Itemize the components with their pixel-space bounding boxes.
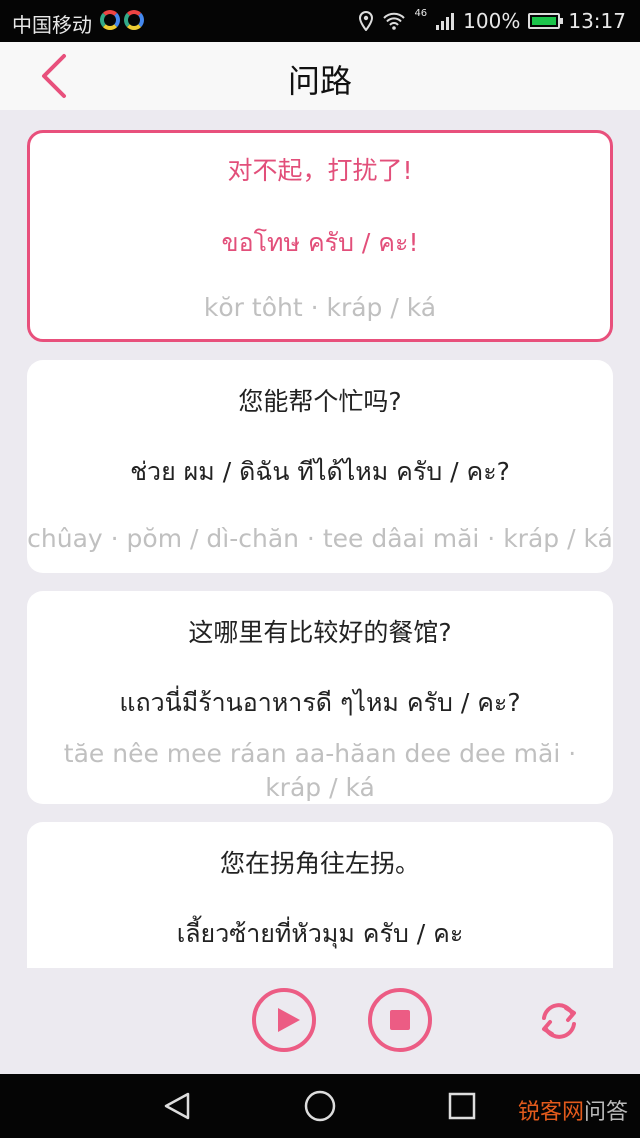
phrase-list: 对不起，打扰了! ขอโทษ ครับ / คะ! kŏr tôht · krá… xyxy=(0,110,640,968)
phrase-thai: เลี้ยวซ้ายที่หัวมุม ครับ / คะ xyxy=(176,919,464,948)
battery-icon xyxy=(528,13,564,29)
battery-percent: 100% xyxy=(463,9,521,33)
nav-back-button[interactable] xyxy=(160,1088,196,1124)
page-title: 问路 xyxy=(287,62,352,100)
stop-icon xyxy=(390,1010,410,1030)
phrase-chinese: 您在拐角往左拐。 xyxy=(219,849,420,878)
phrase-chinese: 这哪里有比较好的餐馆? xyxy=(188,618,452,647)
stop-button[interactable] xyxy=(368,988,432,1052)
title-bar: 问路 xyxy=(0,42,640,110)
phrase-card[interactable]: 这哪里有比较好的餐馆? แถวนี่มีร้านอาหารดี ๆไหม ครั… xyxy=(27,591,613,804)
phrase-chinese: 对不起，打扰了! xyxy=(227,156,413,185)
loop-icon xyxy=(542,1003,576,1039)
phrase-romanization: kŏr tôht · kráp / ká xyxy=(203,293,437,322)
watermark-text: 锐客网 xyxy=(517,1100,584,1125)
playback-controls xyxy=(0,968,640,1074)
play-button[interactable] xyxy=(252,988,316,1052)
phrase-thai: ขอโทษ ครับ / คะ! xyxy=(221,228,419,257)
phrase-card[interactable]: 对不起，打扰了! ขอโทษ ครับ / คะ! kŏr tôht · krá… xyxy=(27,130,613,342)
status-bar: 中国移动 46 100% 13:17 xyxy=(0,0,640,42)
watermark: 锐客网问答 xyxy=(518,1094,628,1126)
triangle-back-icon xyxy=(164,1092,190,1120)
app-icon xyxy=(100,10,120,30)
nav-home-button[interactable] xyxy=(302,1088,338,1124)
phrase-thai: ช่วย ผม / ดิฉัน ทีได้ไหม ครับ / คะ? xyxy=(130,457,510,486)
phrase-chinese: 您能帮个忙吗? xyxy=(238,387,402,416)
nav-recents-button[interactable] xyxy=(444,1088,480,1124)
app-notification-icons xyxy=(100,10,144,30)
wifi-icon xyxy=(383,12,406,30)
play-icon xyxy=(278,1008,300,1032)
app-icon xyxy=(124,10,144,30)
navigation-bar: 锐客网问答 xyxy=(0,1074,640,1138)
phrase-romanization: chûay · pŏm / dì-chăn · tee dâai măi · k… xyxy=(27,524,613,553)
clock: 13:17 xyxy=(568,9,626,33)
phrase-card[interactable]: 您在拐角往左拐。 เลี้ยวซ้ายที่หัวมุม ครับ / คะ xyxy=(27,822,613,968)
loop-button[interactable] xyxy=(536,998,582,1044)
phrase-thai: แถวนี่มีร้านอาหารดี ๆไหม ครับ / คะ? xyxy=(119,688,521,717)
network-type-label: 46 xyxy=(414,7,428,19)
phrase-card[interactable]: 您能帮个忙吗? ช่วย ผม / ดิฉัน ทีได้ไหม ครับ / … xyxy=(27,360,613,573)
watermark-text: 问答 xyxy=(583,1100,628,1125)
circle-home-icon xyxy=(304,1090,336,1122)
status-right: 46 100% 13:17 xyxy=(358,7,626,33)
location-icon xyxy=(359,11,374,31)
carrier-label: 中国移动 xyxy=(12,13,92,37)
signal-icon xyxy=(436,13,455,30)
square-recents-icon xyxy=(448,1092,476,1120)
phrase-romanization: tăe nêe mee ráan aa-hăan dee dee măi · k… xyxy=(63,739,577,802)
